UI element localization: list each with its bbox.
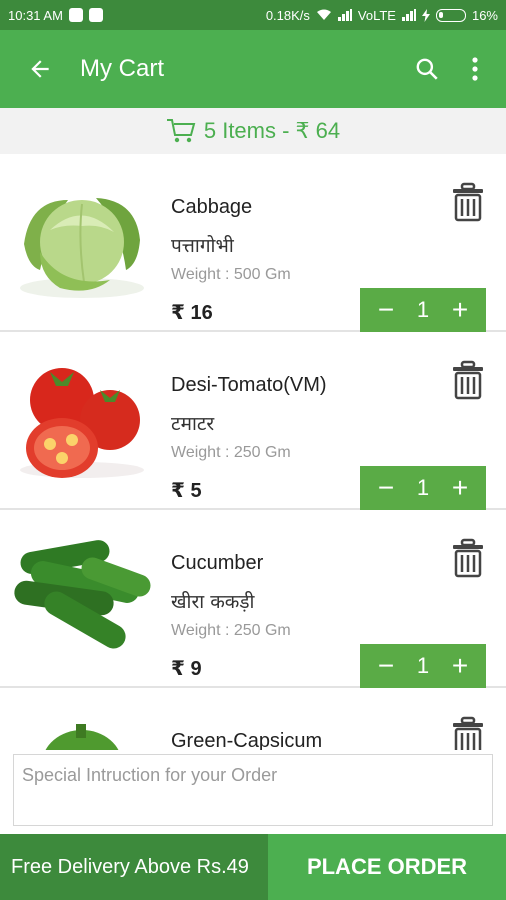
quantity-stepper: − 1 + [360, 288, 486, 332]
cart-item: Desi-Tomato(VM) टमाटर Weight : 250 Gm ₹ … [0, 332, 506, 510]
trash-icon[interactable] [450, 538, 486, 578]
network-speed: 0.18K/s [265, 7, 310, 23]
cart-summary: 5 Items - ₹ 64 [0, 108, 506, 154]
item-price: ₹ 5 [171, 480, 202, 502]
overflow-menu-button[interactable] [458, 49, 492, 89]
search-button[interactable] [410, 49, 444, 89]
item-name: Green-Capsicum [171, 730, 323, 750]
search-icon [416, 58, 438, 80]
cart-screen: 10:31 AM 0.18K/s VoLTE 16% My Cart 5 Ite… [0, 0, 506, 900]
trash-icon[interactable] [450, 182, 486, 222]
cart-icon [166, 119, 196, 143]
cabbage-image [20, 198, 144, 298]
cart-item-list[interactable]: Cabbage पत्तागोभी Weight : 500 Gm ₹ 16 −… [0, 154, 506, 750]
cart-summary-text: 5 Items - ₹ 64 [203, 118, 341, 143]
bottom-bar: Free Delivery Above Rs.49 PLACE ORDER [0, 834, 506, 900]
item-hindi-name: खीरा ककड़ी [171, 591, 255, 613]
carrier-label: VoLTE [357, 7, 396, 23]
increment-button[interactable]: + [444, 652, 476, 680]
increment-button[interactable]: + [444, 296, 476, 324]
signal-icon-2 [401, 9, 416, 21]
item-hindi-name: टमाटर [171, 413, 215, 435]
cart-item: Cabbage पत्तागोभी Weight : 500 Gm ₹ 16 −… [0, 154, 506, 332]
phone-notification-icon [68, 8, 83, 22]
status-bar: 10:31 AM 0.18K/s VoLTE 16% [0, 0, 506, 30]
special-instructions-input[interactable] [13, 754, 493, 826]
place-order-button[interactable]: PLACE ORDER [268, 834, 506, 900]
quantity-value: 1 [416, 475, 430, 500]
back-button[interactable] [20, 49, 60, 89]
item-price: ₹ 9 [171, 658, 202, 680]
item-price: ₹ 16 [171, 302, 213, 324]
cucumber-image [14, 540, 151, 649]
quantity-value: 1 [416, 297, 430, 322]
app-bar: My Cart [0, 30, 506, 108]
cart-item: Cucumber खीरा ककड़ी Weight : 250 Gm ₹ 9 … [0, 510, 506, 688]
battery-icon [435, 8, 466, 22]
more-vertical-icon [472, 57, 478, 81]
cart-item: Green-Capsicum [0, 688, 506, 750]
tomato-image [20, 368, 144, 478]
trash-icon[interactable] [450, 716, 486, 750]
wifi-icon [316, 9, 331, 20]
charging-icon [421, 8, 430, 22]
quantity-stepper: − 1 + [360, 644, 486, 688]
decrement-button[interactable]: − [370, 652, 402, 680]
increment-button[interactable]: + [444, 474, 476, 502]
instructions-section [0, 750, 506, 834]
item-weight: Weight : 500 Gm [171, 266, 291, 283]
item-name: Cucumber [171, 552, 264, 574]
arrow-left-icon [31, 60, 49, 78]
item-name: Desi-Tomato(VM) [171, 374, 327, 396]
free-delivery-banner: Free Delivery Above Rs.49 [0, 834, 268, 900]
battery-percent: 16% [471, 7, 498, 23]
item-weight: Weight : 250 Gm [171, 622, 291, 639]
trash-icon[interactable] [450, 360, 486, 400]
capsicum-image [45, 724, 119, 750]
page-title: My Cart [80, 55, 164, 82]
signal-icon [337, 9, 352, 21]
decrement-button[interactable]: − [370, 296, 402, 324]
item-name: Cabbage [171, 196, 253, 218]
item-weight: Weight : 250 Gm [171, 444, 291, 461]
app-notification-icon [88, 8, 103, 22]
status-time: 10:31 AM [8, 7, 63, 23]
decrement-button[interactable]: − [370, 474, 402, 502]
item-hindi-name: पत्तागोभी [171, 235, 234, 257]
quantity-value: 1 [416, 653, 430, 678]
quantity-stepper: − 1 + [360, 466, 486, 510]
